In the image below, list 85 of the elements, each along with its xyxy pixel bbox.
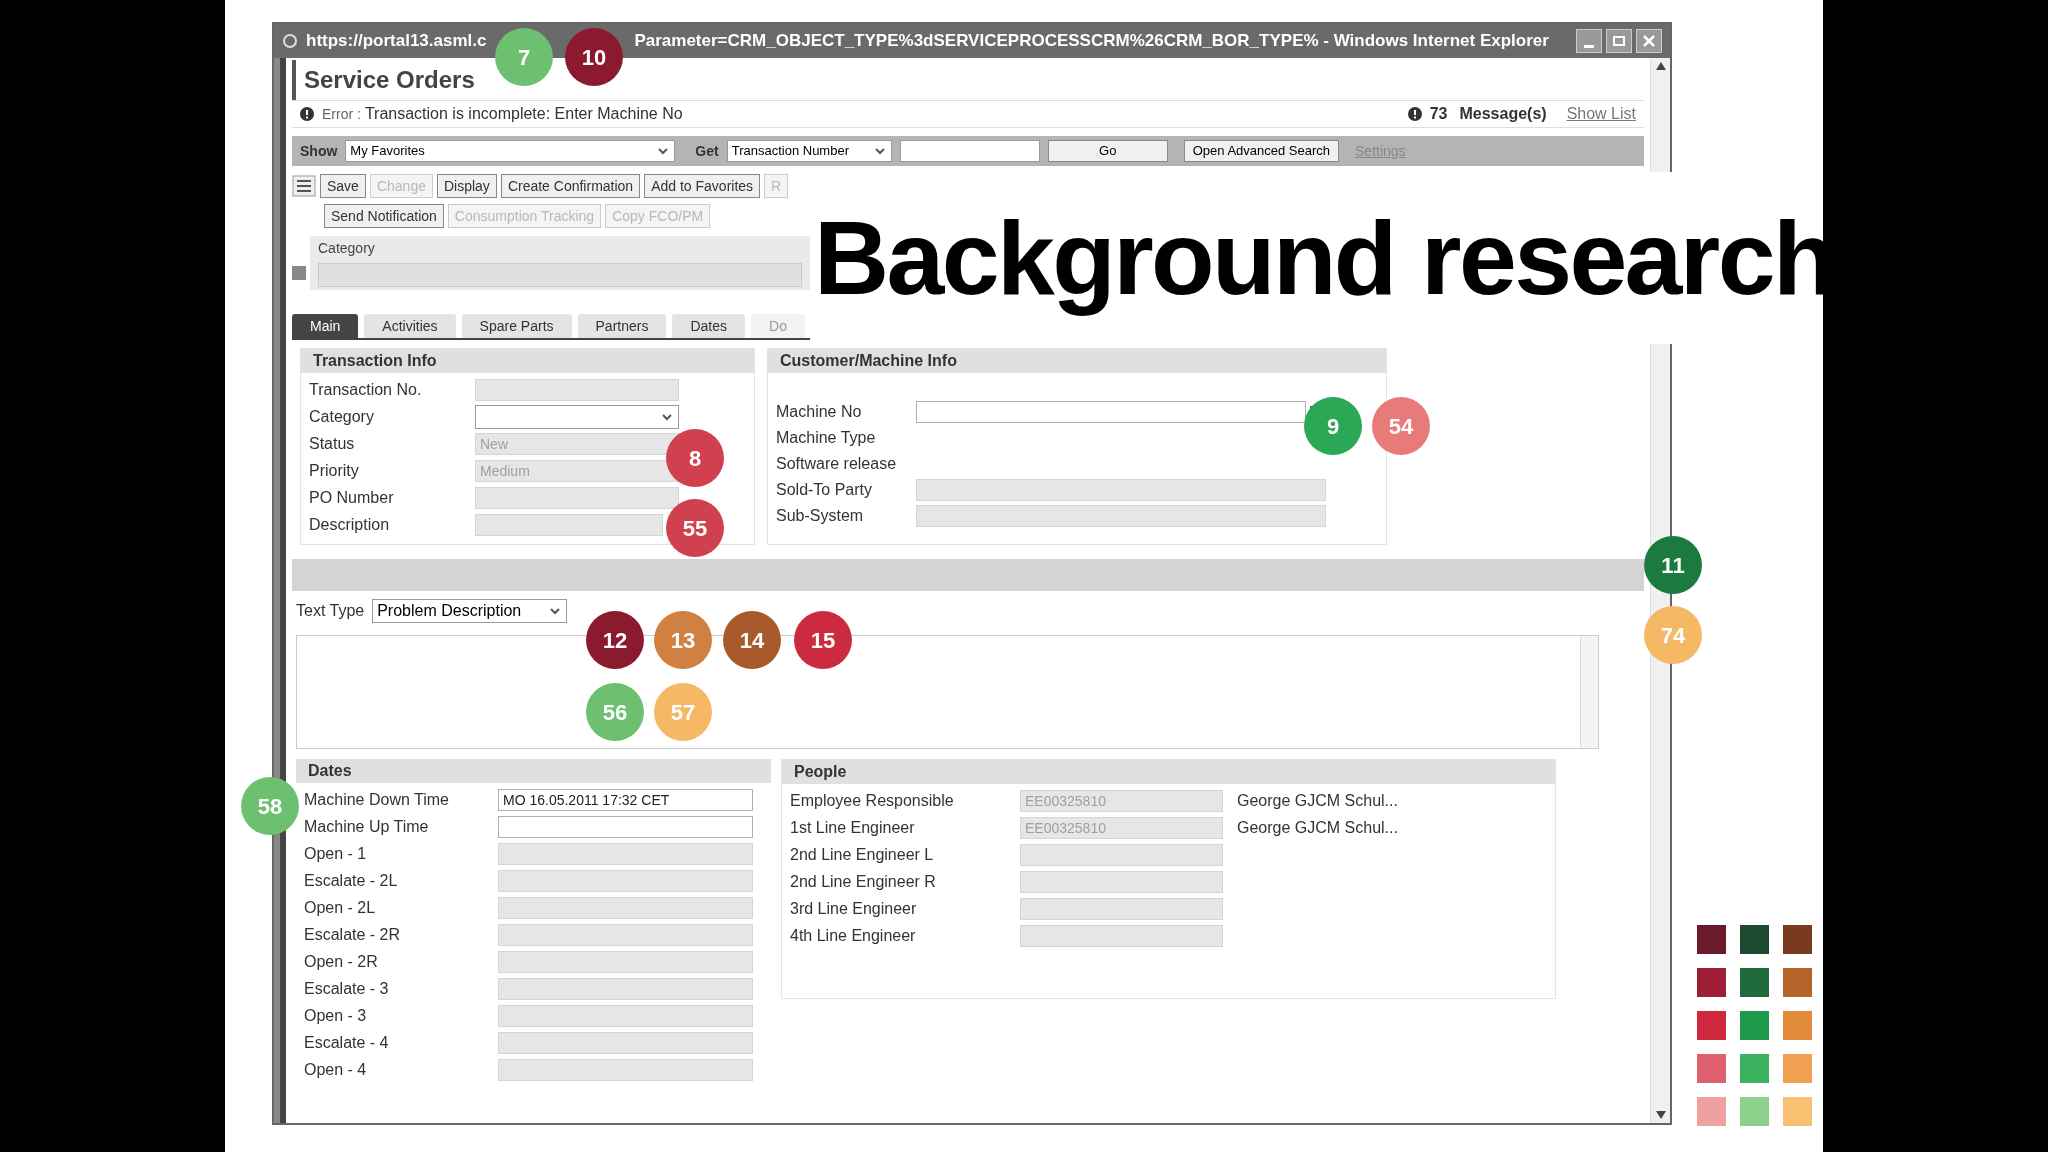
- tab[interactable]: Dates: [672, 314, 746, 338]
- toolbar-button[interactable]: Create Confirmation: [500, 174, 641, 198]
- field-label: Machine Down Time: [304, 790, 450, 810]
- field-label: Open - 2R: [304, 952, 379, 972]
- get-label: Get: [695, 141, 719, 161]
- window-title: Parameter=CRM_OBJECT_TYPE%3dSERVICEPROCESSCRM%26CRM_BOR_TYPE% - Windows Internet Explorer: [634, 30, 1549, 53]
- field-label: Category: [309, 407, 375, 427]
- field-label: Escalate - 4: [304, 1033, 390, 1053]
- toolbar-button[interactable]: Display: [436, 174, 497, 198]
- category-select[interactable]: [475, 405, 679, 429]
- field-label: Escalate - 3: [304, 979, 390, 999]
- field-label: Open - 1: [304, 844, 368, 864]
- window-title: https://portal13.asml.c: [306, 30, 487, 53]
- toolbar-button[interactable]: Add to Favorites: [644, 174, 761, 198]
- error-icon: [300, 107, 314, 121]
- field-label: Software release: [776, 454, 898, 474]
- field-label: Transaction No.: [309, 380, 423, 400]
- field-label: 2nd Line Engineer L: [790, 845, 935, 865]
- scroll-up-icon[interactable]: [1655, 62, 1666, 70]
- section-header: Transaction Info: [301, 349, 754, 373]
- tab[interactable]: Main: [292, 314, 359, 338]
- section-header: People: [782, 760, 1555, 784]
- field-label: 4th Line Engineer: [790, 926, 917, 946]
- show-label: Show: [300, 141, 338, 161]
- text-type-dropdown[interactable]: Problem Description: [372, 599, 568, 623]
- field-label: 1st Line Engineer: [790, 818, 916, 838]
- go-button[interactable]: Go: [1047, 140, 1168, 162]
- field-label: Open - 2L: [304, 898, 377, 918]
- slide-heading: Background research: [814, 199, 1834, 318]
- toolbar-button[interactable]: Save: [320, 174, 366, 198]
- date-field[interactable]: MO 16.05.2011 17:32 CET: [498, 789, 753, 811]
- field-label: Escalate - 2R: [304, 925, 402, 945]
- close-icon: [1642, 34, 1656, 48]
- page-icon: [282, 33, 298, 49]
- text-area[interactable]: [296, 635, 1599, 749]
- field-label: Employee Responsible: [790, 791, 955, 811]
- id-field[interactable]: [1020, 925, 1223, 947]
- toolbar-button[interactable]: Send Notification: [324, 204, 444, 228]
- person-name: George GJCM Schul...: [1237, 818, 1398, 838]
- search-input[interactable]: [899, 140, 1040, 162]
- field-label: Machine Up Time: [304, 817, 430, 837]
- field-label: 2nd Line Engineer R: [790, 872, 937, 892]
- show-list-link[interactable]: Show List: [1566, 102, 1636, 126]
- field-label: Sub-System: [776, 506, 865, 526]
- field-label: PO Number: [309, 488, 395, 508]
- field-label: Priority: [309, 461, 360, 481]
- message-label: Message(s): [1459, 104, 1547, 124]
- category-input[interactable]: [318, 263, 802, 287]
- id-field[interactable]: [1020, 871, 1223, 893]
- tab[interactable]: Activities: [364, 314, 456, 338]
- error-label: Error :: [322, 104, 361, 124]
- section-header: Customer/Machine Info: [768, 349, 1386, 373]
- show-dropdown[interactable]: My Favorites: [345, 140, 676, 162]
- category-label: Category: [318, 239, 376, 258]
- close-button[interactable]: [1636, 29, 1662, 53]
- row-selector-icon[interactable]: [292, 266, 306, 280]
- text-type-label: Text Type: [296, 601, 365, 621]
- maximize-button[interactable]: [1606, 29, 1632, 53]
- section-header: Dates: [296, 759, 771, 783]
- info-icon: [1407, 107, 1422, 121]
- id-field[interactable]: [1020, 844, 1223, 866]
- get-dropdown[interactable]: Transaction Number: [726, 140, 892, 162]
- message-count: 73: [1429, 104, 1448, 124]
- tab[interactable]: Partners: [577, 314, 667, 338]
- tab[interactable]: Spare Parts: [461, 314, 572, 338]
- person-name: George GJCM Schul...: [1237, 791, 1398, 811]
- field-label: Open - 3: [304, 1006, 368, 1026]
- list-icon[interactable]: [292, 175, 316, 197]
- field-label: Escalate - 2L: [304, 871, 399, 891]
- page-title: Service Orders: [304, 65, 475, 95]
- field-label: Description: [309, 515, 391, 535]
- date-field[interactable]: [498, 816, 753, 838]
- scrollbar[interactable]: [1580, 636, 1598, 748]
- field-label: Open - 4: [304, 1060, 368, 1080]
- field-label: Machine Type: [776, 428, 877, 448]
- field-label: Machine No: [776, 402, 863, 422]
- field-label: Status: [309, 434, 356, 454]
- id-field[interactable]: [1020, 898, 1223, 920]
- input-field[interactable]: [916, 401, 1306, 423]
- field-label: Sold-To Party: [776, 480, 874, 500]
- field-label: 3rd Line Engineer: [790, 899, 918, 919]
- minimize-button[interactable]: [1576, 29, 1602, 53]
- error-message: Transaction is incomplete: Enter Machine No: [364, 104, 683, 124]
- advanced-search-button[interactable]: Open Advanced Search: [1183, 140, 1339, 162]
- scroll-down-icon[interactable]: [1655, 1111, 1666, 1119]
